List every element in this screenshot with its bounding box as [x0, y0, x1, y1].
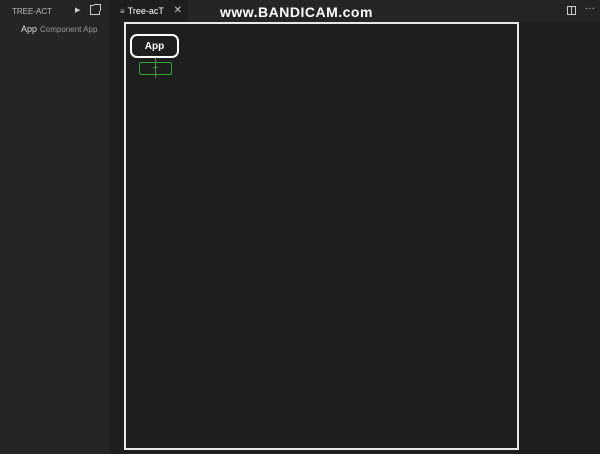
tree-item-app[interactable]: App Component App: [21, 24, 97, 34]
lines-icon: ≡: [120, 6, 125, 16]
tree-item-description: Component App: [40, 25, 98, 34]
tree-canvas: App +: [124, 22, 519, 450]
sidebar-title: TREE-ACT: [12, 7, 52, 16]
more-actions-button[interactable]: ···: [585, 3, 595, 14]
open-external-icon[interactable]: [90, 4, 101, 15]
watermark: www.BANDICAM.com: [220, 4, 373, 20]
tree-item-name: App: [21, 24, 38, 34]
tree-node-app[interactable]: App: [130, 34, 179, 58]
play-icon[interactable]: ▶: [75, 6, 80, 14]
close-icon[interactable]: ✕: [174, 5, 182, 16]
tab-tree-act[interactable]: ≡ Tree-acT ✕: [110, 0, 188, 22]
tab-label: Tree-acT: [127, 6, 164, 16]
add-child-button[interactable]: +: [139, 62, 172, 75]
split-editor-icon[interactable]: [567, 6, 576, 15]
sidebar: TREE-ACT ▶ App Component App: [0, 0, 110, 454]
